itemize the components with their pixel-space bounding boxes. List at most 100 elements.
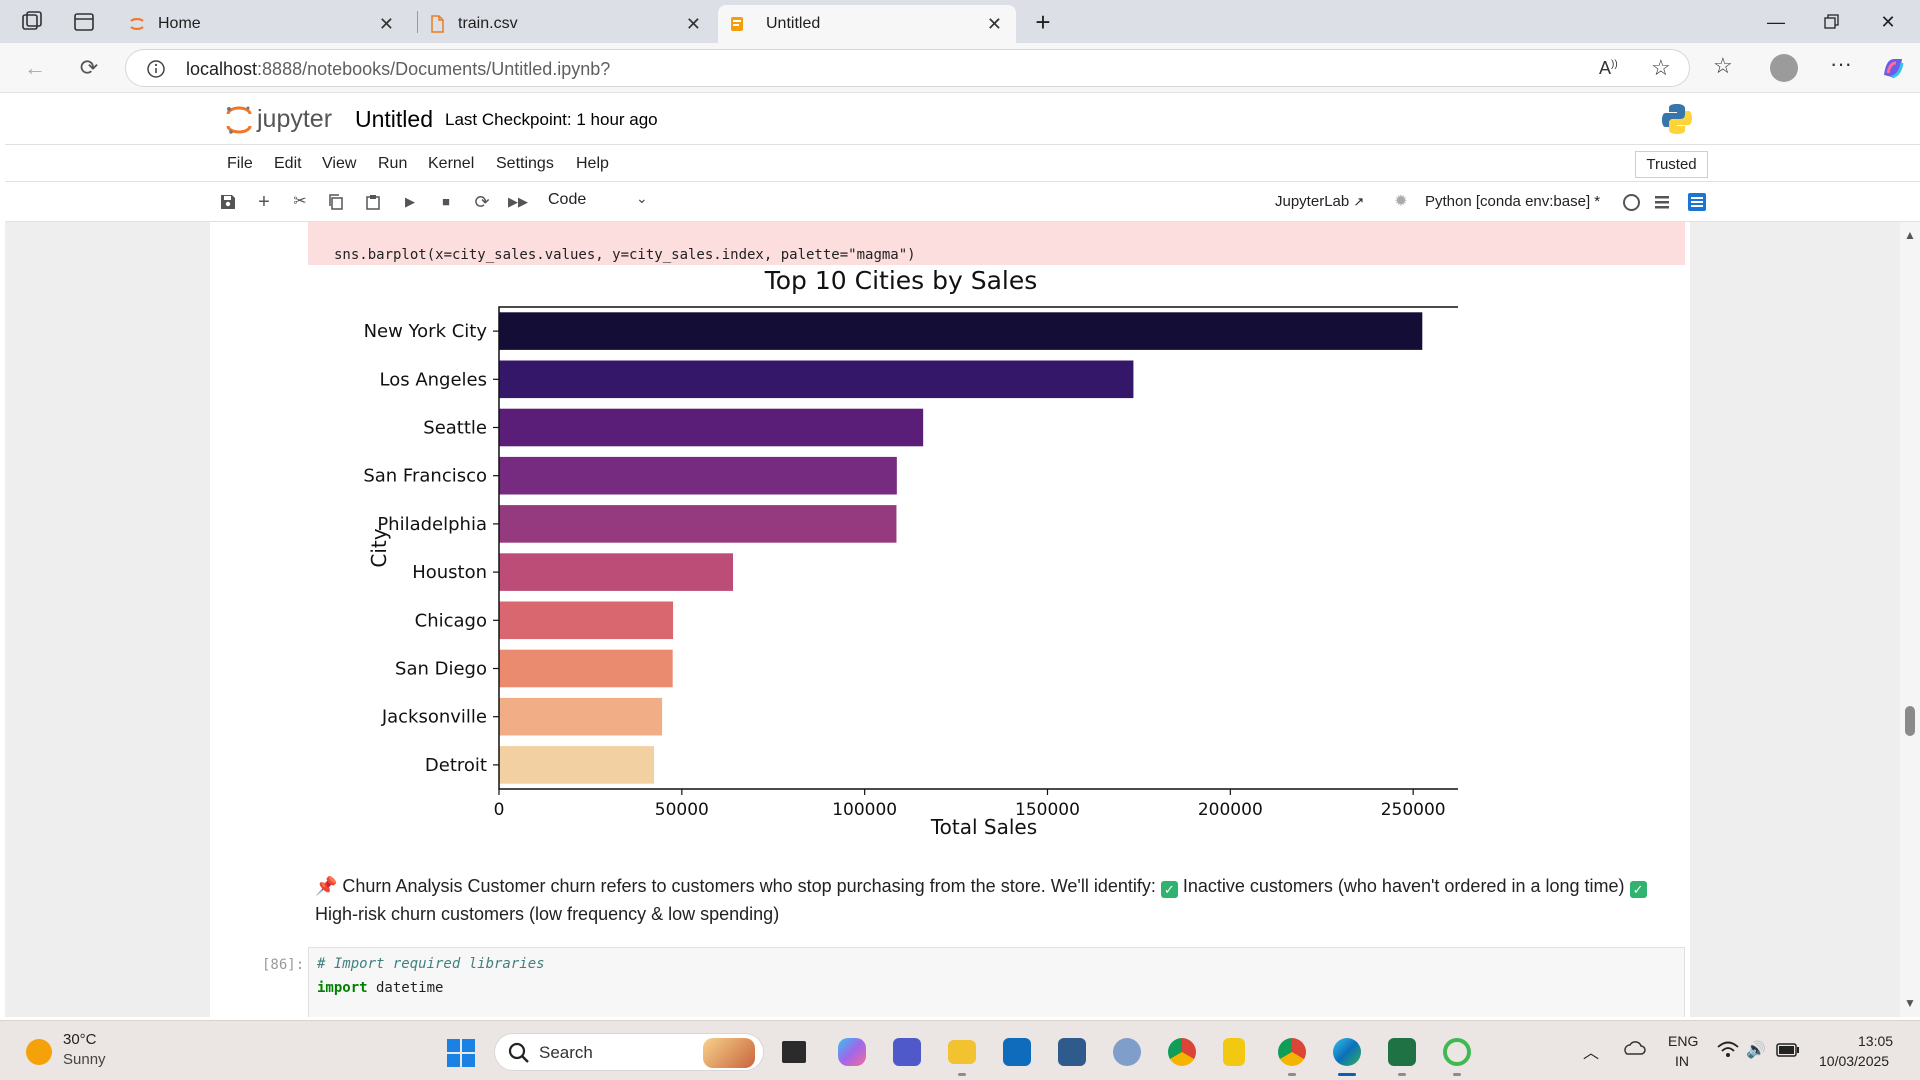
x-tick-label: 250000 (1381, 800, 1446, 820)
jupyter-logo-text: jupyter (257, 105, 333, 133)
more-options-icon[interactable]: ··· (1830, 51, 1852, 77)
menu-run[interactable]: Run (378, 155, 407, 173)
x-tick-label: 0 (494, 800, 505, 820)
battery-icon[interactable] (1776, 1043, 1800, 1062)
teams-icon[interactable] (893, 1038, 921, 1066)
minimize-button[interactable]: — (1762, 8, 1790, 36)
input-language[interactable]: ENG (1668, 1033, 1698, 1049)
sun-icon[interactable] (26, 1039, 52, 1065)
favorite-star-icon[interactable]: ☆ (1651, 55, 1671, 81)
close-icon[interactable]: ✕ (987, 14, 1002, 35)
vscode-icon[interactable] (1058, 1038, 1086, 1066)
close-icon[interactable]: ✕ (686, 14, 701, 35)
menu-edit[interactable]: Edit (274, 155, 302, 173)
restart-icon[interactable]: ⟳ (471, 191, 493, 213)
scroll-up-icon[interactable]: ▲ (1904, 228, 1916, 242)
close-icon[interactable]: ✕ (379, 14, 394, 35)
windows-start-icon[interactable] (446, 1038, 476, 1068)
r-app-icon[interactable] (1113, 1038, 1141, 1066)
cut-icon[interactable]: ✂ (289, 191, 311, 213)
notebook-scrollbar[interactable]: ▲ ▼ (1900, 222, 1920, 1017)
running-indicator (1453, 1073, 1461, 1076)
bar-chicago (499, 601, 674, 640)
excel-icon[interactable] (1388, 1038, 1416, 1066)
copilot-icon[interactable] (1880, 55, 1906, 86)
tab-label: Home (158, 15, 201, 32)
y-tick-label: Jacksonville (381, 707, 487, 728)
refresh-icon[interactable]: ⟳ (74, 53, 104, 83)
save-icon[interactable] (217, 191, 239, 213)
weather-temperature[interactable]: 30°C (63, 1031, 97, 1048)
x-tick-label: 100000 (832, 800, 897, 820)
new-tab-button[interactable]: + (1029, 8, 1057, 36)
tab-home[interactable]: Home ✕ (118, 5, 408, 43)
run-icon[interactable]: ▶ (399, 191, 421, 213)
trusted-indicator[interactable]: Trusted (1635, 151, 1708, 178)
read-aloud-icon[interactable]: A)) (1599, 58, 1618, 79)
code-cell-editor[interactable]: # Import required libraries import datet… (308, 947, 1685, 1017)
fast-forward-icon[interactable]: ▶▶ (507, 191, 529, 213)
tab-untitled[interactable]: Untitled ✕ (718, 5, 1016, 43)
y-tick-label: Seattle (423, 418, 487, 439)
volume-icon[interactable]: 🔊 (1746, 1040, 1766, 1060)
back-icon[interactable]: ← (20, 53, 50, 83)
clock-date[interactable]: 10/03/2025 (1819, 1053, 1889, 1069)
sync-app-icon[interactable] (1443, 1038, 1471, 1066)
restore-button[interactable] (1818, 8, 1846, 36)
running-indicator (1288, 1073, 1296, 1076)
workspaces-icon[interactable] (20, 10, 44, 34)
running-indicator (1398, 1073, 1406, 1076)
menu-file[interactable]: File (227, 155, 253, 173)
notebook-title[interactable]: Untitled (355, 106, 433, 133)
onedrive-icon[interactable] (1622, 1039, 1646, 1062)
paste-icon[interactable] (362, 191, 384, 213)
kernel-name[interactable]: Python [conda env:base] * (1425, 193, 1600, 210)
cell-type-value: Code (548, 191, 587, 208)
clock-time[interactable]: 13:05 (1858, 1033, 1893, 1049)
check-mark-icon: ✓ (1629, 881, 1647, 898)
file-explorer-icon[interactable] (948, 1040, 976, 1064)
task-view-icon[interactable] (782, 1041, 806, 1063)
cell-type-select[interactable]: Code ⌄ (548, 190, 648, 209)
chrome-icon[interactable] (1168, 1038, 1196, 1066)
bar-san-francisco (499, 456, 897, 495)
jupyterlab-link[interactable]: JupyterLab ↗ (1275, 193, 1364, 210)
chevron-up-icon[interactable]: ︿ (1583, 1039, 1599, 1063)
profile-avatar[interactable] (1770, 54, 1798, 82)
tab-actions-icon[interactable] (72, 10, 96, 34)
wifi-icon[interactable] (1717, 1040, 1739, 1063)
scroll-down-icon[interactable]: ▼ (1904, 996, 1916, 1010)
input-region[interactable]: IN (1675, 1053, 1689, 1069)
copilot-app-icon[interactable] (838, 1038, 866, 1066)
add-cell-icon[interactable]: + (253, 191, 275, 213)
power-bi-icon[interactable] (1223, 1038, 1245, 1066)
edge-icon[interactable] (1333, 1038, 1361, 1066)
menu-kernel[interactable]: Kernel (428, 155, 474, 173)
file-icon (428, 15, 446, 33)
y-tick-label: Philadelphia (377, 514, 487, 535)
url-field[interactable]: localhost:8888/notebooks/Documents/Untit… (125, 49, 1690, 87)
tab-train-csv[interactable]: train.csv ✕ (420, 5, 715, 43)
scrollbar-thumb[interactable] (1905, 706, 1915, 736)
weather-description[interactable]: Sunny (63, 1051, 106, 1068)
chrome-profile-icon[interactable] (1278, 1038, 1306, 1066)
property-inspector-icon[interactable] (1686, 191, 1708, 213)
outlook-icon[interactable] (1003, 1038, 1031, 1066)
menu-settings[interactable]: Settings (496, 155, 554, 173)
window-close-button[interactable]: ✕ (1874, 8, 1902, 36)
debugger-icon[interactable]: ✹ (1390, 191, 1412, 213)
menu-view[interactable]: View (322, 155, 356, 173)
taskbar-search[interactable]: Search (494, 1033, 764, 1071)
code-comment: # Import required libraries (317, 956, 545, 972)
search-highlight-icon (703, 1038, 755, 1068)
list-icon[interactable] (1651, 191, 1673, 213)
menu-help[interactable]: Help (576, 155, 609, 173)
site-info-icon[interactable] (146, 59, 166, 84)
favorites-icon[interactable]: ☆ (1713, 53, 1733, 79)
jupyter-logo-icon[interactable] (225, 105, 253, 140)
external-link-icon: ↗ (1353, 194, 1365, 209)
copy-icon[interactable] (325, 191, 347, 213)
markdown-cell[interactable]: 📌 Churn Analysis Customer churn refers t… (315, 872, 1685, 928)
stop-icon[interactable]: ■ (435, 191, 457, 213)
search-icon (508, 1042, 530, 1069)
